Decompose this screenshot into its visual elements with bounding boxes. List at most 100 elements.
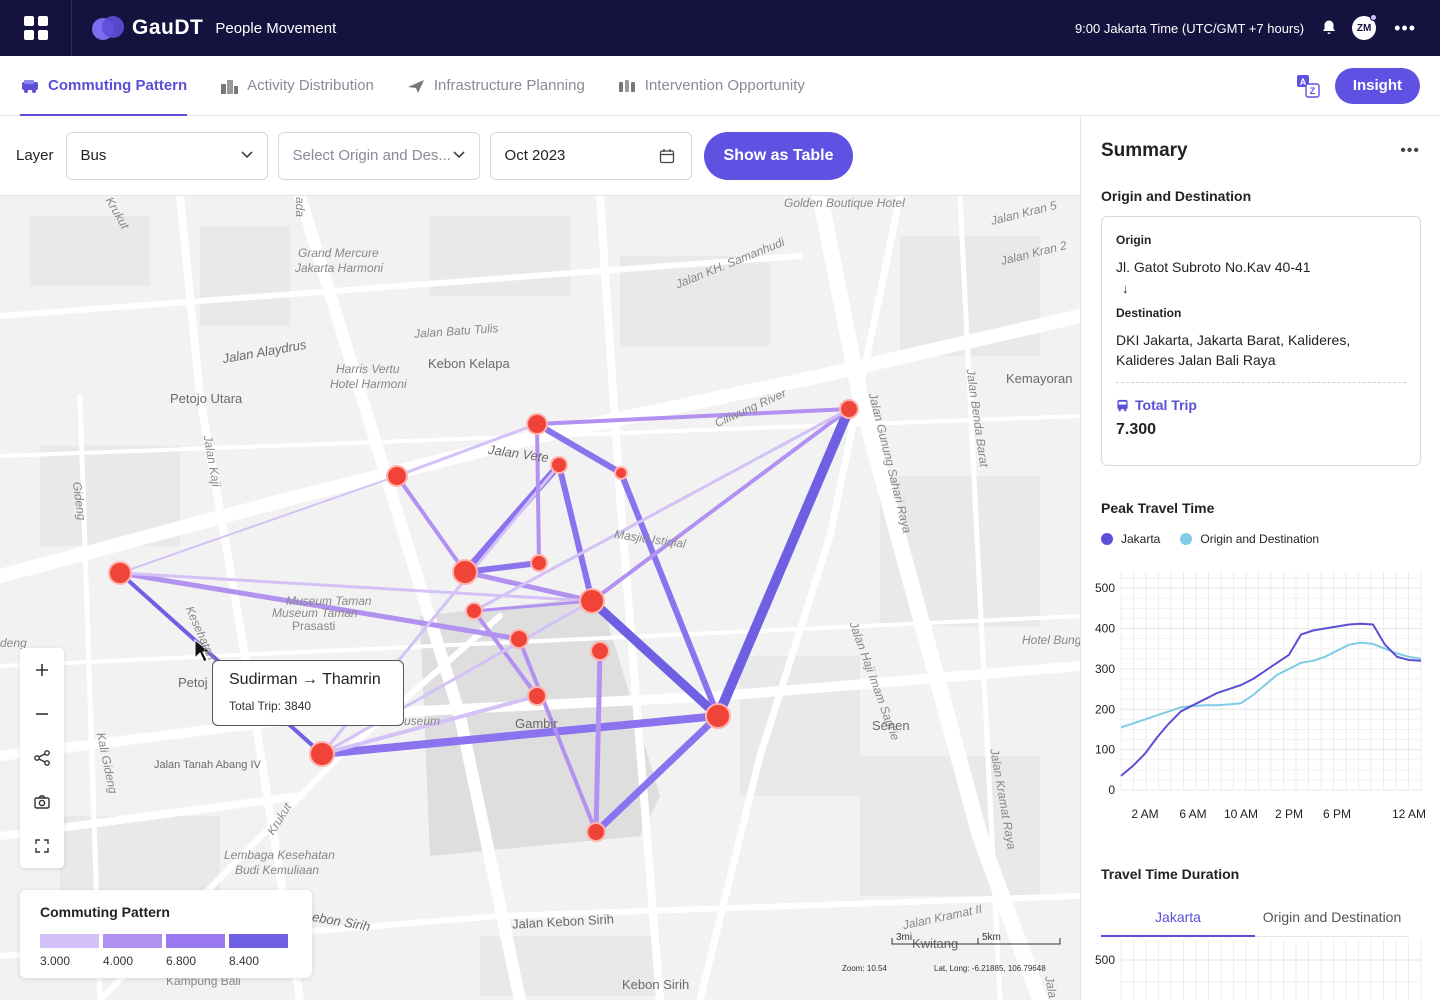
tab-commuting-pattern[interactable]: Commuting Pattern [20,56,188,116]
destination-label: Destination [1116,306,1182,320]
chevron-down-icon [452,150,465,158]
tab-activity-distribution[interactable]: Activity Distribution [219,56,374,115]
y-tick-label: 0 [1108,783,1115,797]
tooltip-title: Sudirman → Thamrin [229,671,381,688]
legend-value: 6.800 [166,954,197,968]
legend-value: 8.400 [229,954,260,968]
map-label: Harris Vertu [336,362,400,376]
legend-label: Jakarta [1121,532,1161,546]
tab-infrastructure-planning[interactable]: Infrastructure Planning [406,56,585,115]
bell-icon[interactable] [1320,19,1338,37]
fullscreen-button[interactable] [20,824,64,868]
show-as-table-button[interactable]: Show as Table [703,131,854,180]
screenshot-button[interactable] [20,780,64,824]
x-tick-label: 12 AM [1392,807,1426,821]
y-tick-label: 500 [1095,953,1115,967]
date-value: Oct 2023 [504,147,566,164]
x-tick-label: 6 PM [1323,807,1351,821]
legend-swatch [103,934,162,948]
y-tick-label: 400 [1095,622,1115,636]
od-card: Origin Jl. Gatot Subroto No.Kav 40-41 ↓ … [1101,216,1421,466]
map-label: Lembaga Kesehatan [224,848,335,862]
arrow-down-icon: ↓ [1122,281,1129,296]
map-label: Budi Kemuliaan [235,863,320,877]
fullscreen-icon [35,839,49,853]
date-picker[interactable]: Oct 2023 [489,131,692,180]
people-icon [618,79,635,92]
map-label: ada [293,196,308,218]
scale-bar: 3mi 5km [890,932,1062,948]
zoom-in-button[interactable] [20,648,64,692]
legend-item-jakarta[interactable]: Jakarta [1101,532,1160,546]
time-display: 9:00 Jakarta Time (UTC/GMT +7 hours) [1074,20,1305,36]
duration-chart: 500 [1095,940,1422,1000]
app-subtitle: People Movement [215,19,337,37]
tooltip-subtitle: Total Trip: 3840 [229,699,312,713]
legend-item-od[interactable]: Origin and Destination [1180,532,1319,546]
zoom-out-button[interactable] [20,692,64,736]
tab-label: Activity Distribution [247,77,374,94]
peak-travel-chart: 0 100 200 300 400 500 2 AM 6 AM 10 AM 2 PM 6 PM 12 … [1095,572,1426,821]
y-tick-label: 300 [1095,662,1115,676]
tab-label: Infrastructure Planning [433,77,585,94]
bus-icon [1117,399,1128,411]
tab-intervention-opportunity[interactable]: Intervention Opportunity [617,56,805,115]
origin-label: Origin [1116,233,1152,247]
brand-logo-icon [92,16,124,40]
layer-value: Bus [80,147,107,164]
y-tick-label: 500 [1095,581,1115,595]
summary-panel: Summary ••• Origin and Destination Origi… [1080,116,1440,1000]
commuting-legend: Commuting Pattern 3.000 4.000 6.800 8.40… [20,890,312,978]
map-label: Hotel Bung [1022,633,1080,647]
brand-name: GauDT [132,16,204,39]
topbar-right: 9:00 Jakarta Time (UTC/GMT +7 hours) ZM … [1074,14,1440,40]
calendar-icon [659,148,674,163]
insight-button[interactable]: Insight [1334,67,1420,104]
map-label: Jalan Tanah Abang IV [154,759,261,771]
layer-select[interactable]: Bus [65,131,268,180]
flow-tooltip: Sudirman → Thamrin Total Trip: 3840 [212,660,404,726]
legend-value: 3.000 [40,954,71,968]
legend-values: 3.000 4.000 6.800 8.400 [40,954,292,968]
zoom-readout: Zoom: 10.54 [842,964,887,973]
x-tick-label: 2 AM [1131,807,1158,821]
more-options-icon[interactable]: ••• [1394,18,1416,39]
grid-icon [23,16,48,40]
total-trip-text: Total Trip [1135,397,1197,413]
app-launcher-button[interactable] [0,0,72,56]
x-tick-label: 6 AM [1179,807,1206,821]
tab-duration-od[interactable]: Origin and Destination [1255,898,1409,936]
layer-label: Layer [16,147,54,164]
map-toolbar [20,648,64,868]
tab-duration-jakarta[interactable]: Jakarta [1101,898,1255,937]
legend-swatch [166,934,225,948]
map-base [0,196,1080,1000]
map-label: Grand Mercure [298,246,379,260]
chart-legend: Jakarta Origin and Destination [1081,532,1440,546]
peak-section-title: Peak Travel Time [1101,500,1215,516]
legend-title: Commuting Pattern [40,904,170,920]
map-label: Kemayoran [1006,371,1073,386]
map-label: Senen [872,718,910,733]
map-label: Petojo Utara [170,391,243,406]
building-icon [221,79,239,94]
map-canvas[interactable]: Golden Boutique Hotel Jalan Kran 5 Jalan… [0,196,1080,1000]
map-label: Prasasti [292,619,336,633]
map-label: Hotel Harmoni [330,377,407,391]
duration-section-title: Travel Time Duration [1101,866,1240,882]
share-button[interactable] [20,736,64,780]
share-icon [34,750,50,766]
avatar[interactable]: ZM [1352,14,1378,40]
origin-destination-select[interactable]: Select Origin and Des... [277,131,480,180]
map-label: Jakarta Harmoni [295,261,384,275]
divider [1116,382,1406,383]
brand[interactable]: GauDT People Movement [92,16,336,40]
legend-swatches [40,934,292,948]
more-options-icon[interactable]: ••• [1400,142,1420,160]
map-label: Gambir [515,716,558,731]
map-label: Museum Taman [272,606,358,620]
translate-icon[interactable]: A Z [1295,73,1321,99]
main-tabs: Commuting Pattern Activity Distribution … [0,56,1440,116]
y-tick-label: 200 [1095,702,1115,716]
od-placeholder: Select Origin and Des... [292,147,451,164]
